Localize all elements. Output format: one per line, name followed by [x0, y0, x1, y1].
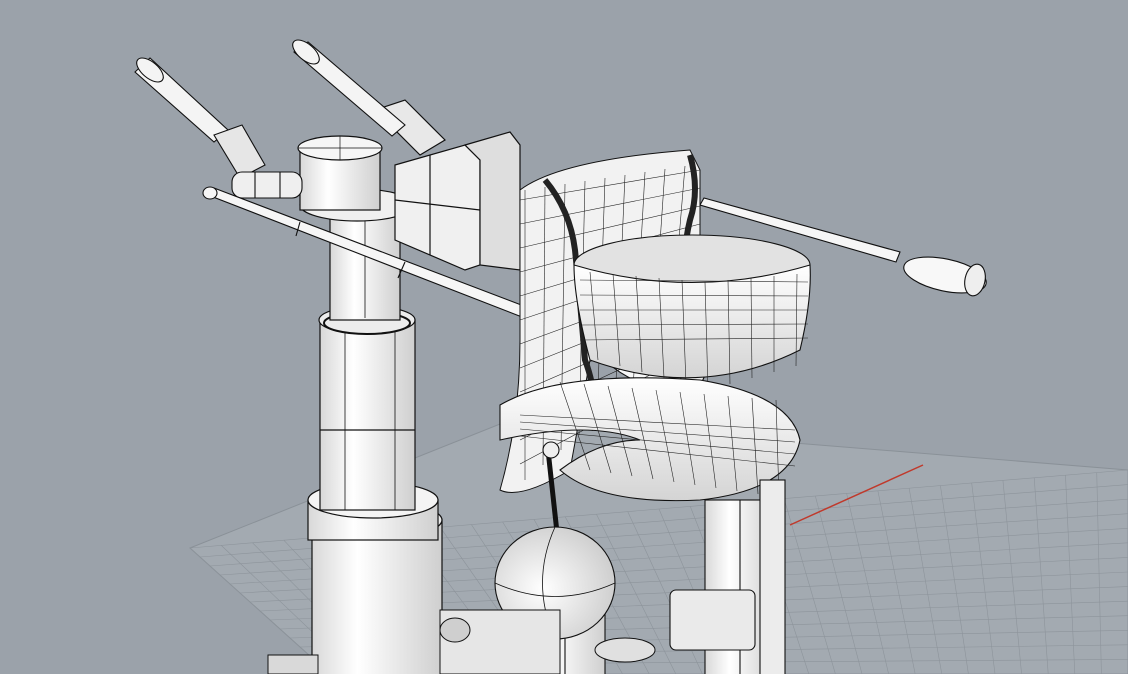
3d-viewport[interactable]	[0, 0, 1128, 674]
viewport-canvas[interactable]	[0, 0, 1128, 674]
